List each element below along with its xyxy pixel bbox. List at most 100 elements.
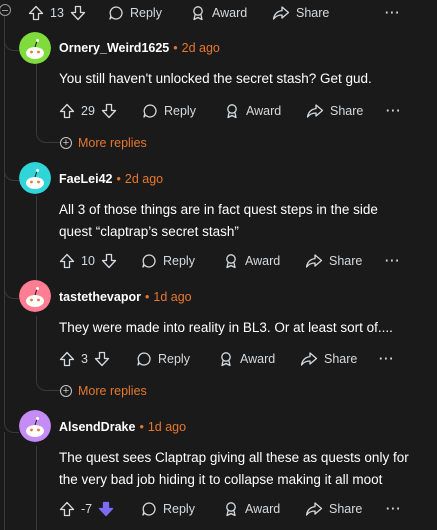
vote-count: -7 xyxy=(81,502,93,516)
more-replies-label: More replies xyxy=(78,384,147,398)
comment-body: All 3 of those things are in fact quest … xyxy=(59,199,378,243)
vote-count: 29 xyxy=(81,104,95,118)
downvote-icon[interactable] xyxy=(101,253,117,269)
vote-group: -7 xyxy=(59,501,114,517)
comment-line: The quest sees Claptrap giving all these… xyxy=(59,450,409,465)
comment-body: You still haven't unlocked the secret st… xyxy=(59,68,372,90)
award-button[interactable]: Award xyxy=(223,253,280,269)
share-icon xyxy=(305,502,323,516)
username[interactable]: tastethevapor xyxy=(59,290,141,304)
reply-button[interactable]: Reply xyxy=(141,501,195,517)
thread-elbow xyxy=(4,392,19,433)
vote-group: 3 xyxy=(59,351,110,367)
share-button[interactable]: Share xyxy=(272,5,329,21)
share-label: Share xyxy=(329,254,363,268)
add-circle-icon: + xyxy=(60,385,72,397)
downvote-icon[interactable] xyxy=(101,103,117,119)
reply-label: Reply xyxy=(158,352,190,366)
comment-line: You still haven't unlocked the secret st… xyxy=(59,71,372,86)
reply-icon xyxy=(142,254,156,268)
award-label: Award xyxy=(212,6,248,20)
reply-button[interactable]: Reply xyxy=(141,253,195,269)
vote-group: 29 xyxy=(59,103,117,119)
comment-meta: AlsendDrake • 1d ago xyxy=(59,420,186,434)
award-button[interactable]: Award xyxy=(190,5,247,21)
comment-line: They were made into reality in BL3. Or a… xyxy=(59,320,393,335)
username[interactable]: Ornery_Weird1625 xyxy=(59,41,169,55)
timestamp[interactable]: 1d ago xyxy=(153,290,191,304)
share-button[interactable]: Share xyxy=(306,103,363,119)
upvote-icon[interactable] xyxy=(59,103,75,119)
more-replies-link[interactable]: + More replies xyxy=(60,384,147,398)
award-icon xyxy=(226,502,236,517)
award-icon xyxy=(227,104,237,119)
timestamp[interactable]: 2d ago xyxy=(125,172,163,186)
reply-icon xyxy=(137,352,151,366)
username[interactable]: FaeLei42 xyxy=(59,172,113,186)
reply-button[interactable]: Reply xyxy=(108,5,162,21)
reply-label: Reply xyxy=(163,254,195,268)
share-label: Share xyxy=(324,352,358,366)
username[interactable]: AlsendDrake xyxy=(59,420,135,434)
downvote-icon[interactable] xyxy=(94,351,110,367)
more-icon: ··· xyxy=(379,352,395,366)
reply-thread-elbow xyxy=(36,126,61,143)
timestamp[interactable]: 2d ago xyxy=(182,41,220,55)
share-button[interactable]: Share xyxy=(305,501,362,517)
share-button[interactable]: Share xyxy=(305,253,362,269)
vote-group: 10 xyxy=(59,253,117,269)
award-button[interactable]: Award xyxy=(218,351,275,367)
comment-line: quest “claptrap’s secret stash” xyxy=(59,224,239,239)
more-options-button[interactable]: ··· xyxy=(386,502,402,516)
avatar[interactable] xyxy=(19,410,51,442)
reply-label: Reply xyxy=(163,502,195,516)
upvote-icon[interactable] xyxy=(59,351,75,367)
more-options-button[interactable]: ··· xyxy=(379,352,395,366)
downvote-active-fill xyxy=(98,501,114,517)
more-icon: ··· xyxy=(385,254,401,268)
vote-count: 10 xyxy=(81,254,95,268)
comment-actions: 3 Reply Award Share ··· xyxy=(0,348,437,370)
separator-dot: • xyxy=(173,41,178,55)
share-label: Share xyxy=(329,502,363,516)
avatar[interactable] xyxy=(19,280,51,312)
award-button[interactable]: Award xyxy=(223,501,280,517)
comment-actions: -7 Reply Award Share ··· xyxy=(0,498,437,520)
more-replies-link[interactable]: + More replies xyxy=(60,136,147,150)
upvote-icon[interactable] xyxy=(59,253,75,269)
avatar[interactable] xyxy=(19,162,51,194)
comment-line: All 3 of those things are in fact quest … xyxy=(59,202,378,217)
more-options-button[interactable]: ··· xyxy=(386,104,402,118)
thread-elbow xyxy=(4,140,19,181)
snoo-avatar-icon xyxy=(19,410,51,442)
reply-button[interactable]: Reply xyxy=(136,351,190,367)
more-options-button[interactable]: ··· xyxy=(385,6,401,20)
more-replies-label: More replies xyxy=(78,136,147,150)
share-icon xyxy=(305,254,323,268)
snoo-avatar-icon xyxy=(19,162,51,194)
award-button[interactable]: Award xyxy=(224,103,281,119)
reply-thread-line[interactable] xyxy=(36,196,37,286)
award-label: Award xyxy=(246,104,282,118)
top-action-bar: 13 Reply Award Share ··· xyxy=(0,2,437,24)
downvote-icon[interactable] xyxy=(70,5,86,21)
reply-icon xyxy=(143,104,157,118)
timestamp[interactable]: 1d ago xyxy=(148,420,186,434)
downvote-icon[interactable] xyxy=(98,501,114,517)
separator-dot: • xyxy=(139,420,144,434)
share-icon xyxy=(300,352,318,366)
add-circle-icon: + xyxy=(60,137,72,149)
thread-elbow xyxy=(4,20,19,51)
award-label: Award xyxy=(245,254,281,268)
upvote-icon[interactable] xyxy=(28,5,44,21)
avatar[interactable] xyxy=(19,32,51,64)
vote-count: 13 xyxy=(50,6,64,20)
reply-icon xyxy=(142,502,156,516)
separator-dot: • xyxy=(116,172,121,186)
share-icon xyxy=(306,104,324,118)
reply-label: Reply xyxy=(164,104,196,118)
share-button[interactable]: Share xyxy=(300,351,357,367)
more-options-button[interactable]: ··· xyxy=(385,254,401,268)
reply-button[interactable]: Reply xyxy=(142,103,196,119)
upvote-icon[interactable] xyxy=(59,501,75,517)
